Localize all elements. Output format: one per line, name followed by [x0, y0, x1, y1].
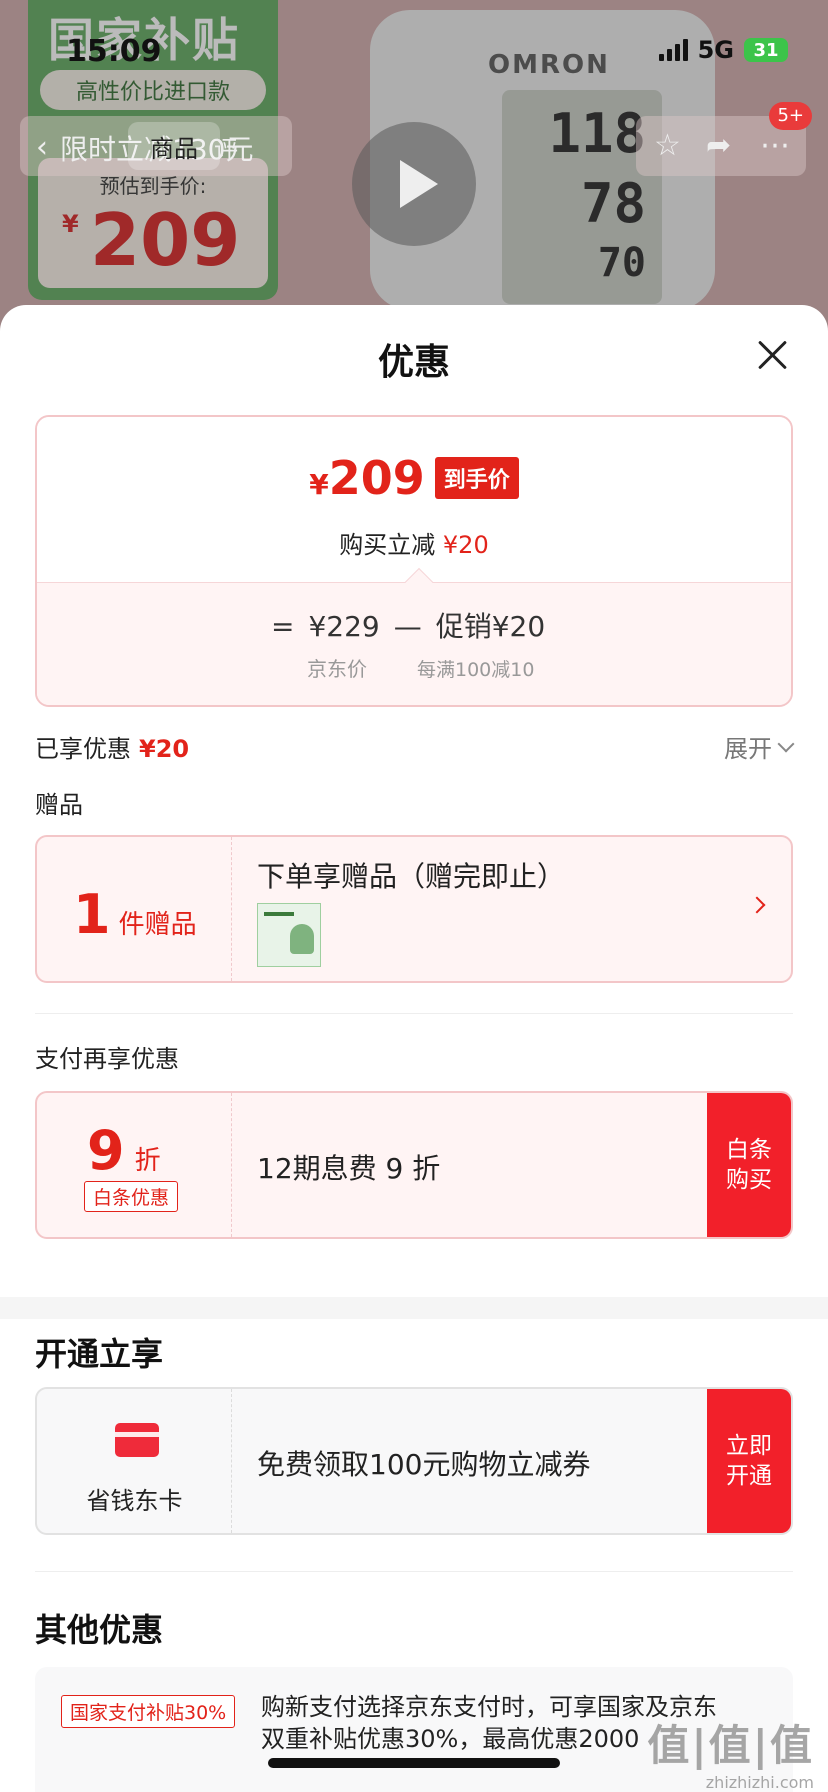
expand-toggle[interactable]: 展开: [724, 729, 795, 764]
status-indicators: 5G 31: [658, 36, 788, 64]
member-card-name: 省钱东卡: [86, 1487, 183, 1515]
star-icon[interactable]: ☆: [654, 128, 681, 163]
home-indicator[interactable]: [268, 1758, 560, 1768]
tab-product[interactable]: 商品: [128, 122, 220, 170]
gift-thumbnail: [257, 903, 321, 967]
gift-section-label: 赠品: [35, 791, 83, 819]
message-badge: 5+: [769, 102, 812, 130]
open-section-title: 开通立享: [35, 1335, 164, 1373]
discount-value: 9 折: [87, 1119, 161, 1182]
member-card[interactable]: 省钱东卡 免费领取100元购物立减券 立即开通: [35, 1387, 793, 1535]
price-formula: = ¥229 — 促销¥20: [271, 605, 545, 645]
network-type: 5G: [697, 36, 734, 64]
tab-reviews[interactable]: 评: [214, 130, 238, 165]
discount-tag: 白条优惠: [84, 1181, 179, 1212]
price-breakdown: ¥209 到手价 购买立减 ¥20 = ¥229 — 促销¥20 京东价 每满1…: [35, 415, 793, 707]
jd-price: ¥229: [308, 610, 380, 643]
open-now-button[interactable]: 立即开通: [707, 1389, 791, 1533]
final-price: ¥209: [309, 451, 425, 505]
play-icon[interactable]: [352, 122, 476, 246]
pay-section-label: 支付再享优惠: [35, 1045, 179, 1073]
site-watermark: 值|值|值 zhizhizhi.com: [647, 1721, 814, 1792]
nav-right-group: ☆ ➦ ⋯ 5+: [636, 102, 812, 176]
promo-rule: 每满100减10: [417, 659, 535, 681]
final-price-tag: 到手价: [434, 457, 519, 499]
promo-amount: 促销¥20: [435, 610, 546, 643]
gift-card[interactable]: 1 件赠品 下单享赠品（赠完即止）: [35, 835, 793, 983]
close-icon[interactable]: [756, 339, 788, 371]
member-card-text: 免费领取100元购物立减券: [257, 1448, 591, 1481]
gift-count: 1 件赠品: [73, 883, 197, 946]
baitiao-text: 12期息费 9 折: [257, 1152, 441, 1185]
chevron-down-icon: [777, 735, 795, 752]
baitiao-card[interactable]: 9 折 白条优惠 12期息费 9 折 白条购买: [35, 1091, 793, 1239]
jd-price-label: 京东价: [307, 657, 367, 681]
other-section-title: 其他优惠: [35, 1611, 164, 1649]
discount-sheet: 优惠 ¥209 到手价 购买立减 ¥20 = ¥229 — 促销¥20 京东价 …: [0, 305, 828, 1792]
nav-left-group: ‹ 限时立减130元 商品 评: [20, 116, 292, 176]
subsidy-tag: 国家支付补贴30%: [61, 1695, 236, 1728]
instant-reduction: 购买立减 ¥20: [339, 531, 489, 559]
sheet-title: 优惠: [377, 342, 450, 383]
back-icon[interactable]: ‹: [36, 130, 48, 165]
chevron-right-icon: [748, 896, 766, 914]
share-icon[interactable]: ➦: [706, 128, 731, 163]
card-icon: [115, 1423, 159, 1457]
status-time: 15:09: [66, 34, 162, 69]
signal-icon: [658, 39, 688, 61]
baitiao-buy-button[interactable]: 白条购买: [707, 1093, 791, 1237]
battery-icon: 31: [744, 38, 788, 62]
more-icon[interactable]: ⋯: [760, 128, 790, 163]
enjoyed-discount: 已享优惠 ¥20: [35, 735, 190, 763]
gift-title: 下单享赠品（赠完即止）: [257, 860, 566, 893]
